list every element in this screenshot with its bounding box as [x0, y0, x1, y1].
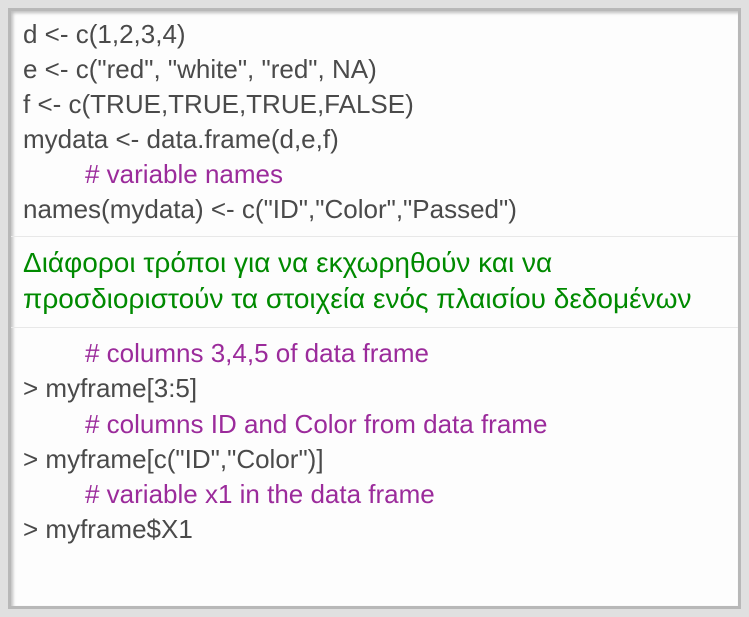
code-line: e <- c("red", "white", "red", NA)	[23, 52, 726, 87]
section-heading-block: Διάφοροι τρόποι για να εκχωρηθούν και να…	[11, 237, 738, 329]
code-block-bottom: # columns 3,4,5 of data frame > myframe[…	[11, 328, 738, 555]
code-block-top: d <- c(1,2,3,4) e <- c("red", "white", "…	[11, 11, 738, 237]
code-line: names(mydata) <- c("ID","Color","Passed"…	[23, 192, 726, 227]
code-panel: d <- c(1,2,3,4) e <- c("red", "white", "…	[8, 8, 741, 609]
code-line: > myframe[3:5]	[23, 371, 726, 406]
code-comment: # columns 3,4,5 of data frame	[23, 336, 726, 371]
code-comment: # variable x1 in the data frame	[23, 477, 726, 512]
code-line: mydata <- data.frame(d,e,f)	[23, 122, 726, 157]
code-line: > myframe$X1	[23, 512, 726, 547]
code-line: > myframe[c("ID","Color")]	[23, 442, 726, 477]
code-comment: # variable names	[23, 157, 726, 192]
code-line: d <- c(1,2,3,4)	[23, 17, 726, 52]
code-comment: # columns ID and Color from data frame	[23, 407, 726, 442]
code-line: f <- c(TRUE,TRUE,TRUE,FALSE)	[23, 87, 726, 122]
section-heading: Διάφοροι τρόποι για να εκχωρηθούν και να…	[23, 245, 726, 318]
